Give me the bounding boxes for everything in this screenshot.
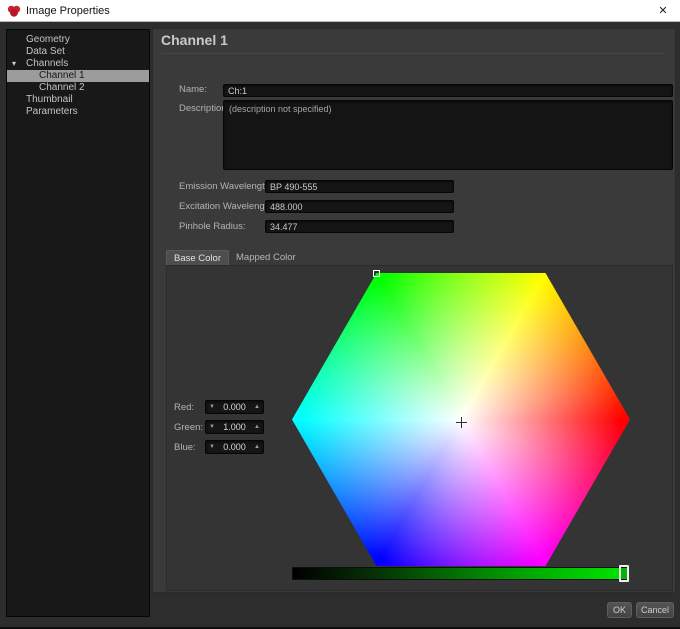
crosshair-marker: [456, 417, 467, 428]
ok-button[interactable]: OK: [607, 602, 632, 618]
blue-value[interactable]: 0.000: [218, 442, 251, 452]
title-separator: [161, 53, 666, 54]
sidebar-item-thumbnail[interactable]: Thumbnail: [7, 94, 149, 106]
green-row: Green: ▼ 1.000 ▲: [174, 420, 264, 434]
blue-spinner[interactable]: ▼ 0.000 ▲: [205, 440, 264, 454]
emission-wavelength-input[interactable]: [265, 180, 454, 193]
page-title: Channel 1: [161, 32, 228, 48]
description-text: (description not specified): [229, 104, 332, 114]
description-label: Description:: [179, 103, 230, 114]
red-row: Red: ▼ 0.000 ▲: [174, 400, 264, 414]
image-properties-dialog: Image Properties ✕ Geometry Data Set ▾ C…: [0, 0, 680, 629]
window-title: Image Properties: [26, 5, 110, 17]
sidebar-item-parameters[interactable]: Parameters: [7, 106, 149, 118]
sidebar-item-channel-1[interactable]: Channel 1: [7, 70, 149, 82]
main-panel: Channel 1 Name: Description: (descriptio…: [152, 28, 676, 593]
tab-mapped-color[interactable]: Mapped Color: [229, 250, 303, 265]
red-value[interactable]: 0.000: [218, 402, 251, 412]
description-textarea[interactable]: (description not specified): [223, 100, 673, 170]
name-label: Name:: [179, 84, 207, 95]
tab-base-color[interactable]: Base Color: [166, 250, 229, 265]
sidebar-item-channel-2[interactable]: Channel 2: [7, 82, 149, 94]
spinner-up-icon[interactable]: ▲: [251, 444, 263, 450]
ramp-handle[interactable]: [619, 565, 629, 582]
green-label: Green:: [174, 421, 204, 433]
blue-label: Blue:: [174, 441, 196, 453]
green-value[interactable]: 1.000: [218, 422, 251, 432]
blue-row: Blue: ▼ 0.000 ▲: [174, 440, 264, 454]
pinhole-radius-label: Pinhole Radius:: [179, 221, 246, 232]
cancel-button[interactable]: Cancel: [636, 602, 674, 618]
color-hexagon[interactable]: [292, 270, 630, 566]
spinner-up-icon[interactable]: ▲: [251, 424, 263, 430]
spinner-down-icon[interactable]: ▼: [206, 424, 218, 430]
emission-wavelength-label: Emission Wavelength:: [179, 181, 273, 192]
app-logo-icon: [7, 4, 21, 18]
sidebar-item-channels[interactable]: ▾ Channels: [7, 58, 149, 70]
sidebar-item-geometry[interactable]: Geometry: [7, 34, 149, 46]
pinhole-radius-input[interactable]: [265, 220, 454, 233]
green-spinner[interactable]: ▼ 1.000 ▲: [205, 420, 264, 434]
title-bar: Image Properties ✕: [0, 0, 680, 22]
brightness-ramp[interactable]: [292, 565, 629, 582]
excitation-wavelength-label: Excitation Wavelength:: [179, 201, 276, 212]
name-input[interactable]: [223, 84, 673, 97]
sidebar-item-data-set[interactable]: Data Set: [7, 46, 149, 58]
selected-hue-marker[interactable]: [373, 270, 380, 277]
spinner-down-icon[interactable]: ▼: [206, 444, 218, 450]
spinner-down-icon[interactable]: ▼: [206, 404, 218, 410]
sidebar-item-label: Channels: [26, 58, 69, 69]
close-icon[interactable]: ✕: [654, 0, 672, 22]
spinner-up-icon[interactable]: ▲: [251, 404, 263, 410]
tree-collapse-icon[interactable]: ▾: [12, 58, 22, 70]
base-color-panel: Red: ▼ 0.000 ▲ Green: ▼ 1.000 ▲ Blue: ▼: [166, 265, 673, 591]
red-label: Red:: [174, 401, 195, 413]
sidebar-tree: Geometry Data Set ▾ Channels Channel 1 C…: [6, 29, 150, 617]
excitation-wavelength-input[interactable]: [265, 200, 454, 213]
color-tabbar: Base Color Mapped Color: [166, 250, 303, 265]
red-spinner[interactable]: ▼ 0.000 ▲: [205, 400, 264, 414]
